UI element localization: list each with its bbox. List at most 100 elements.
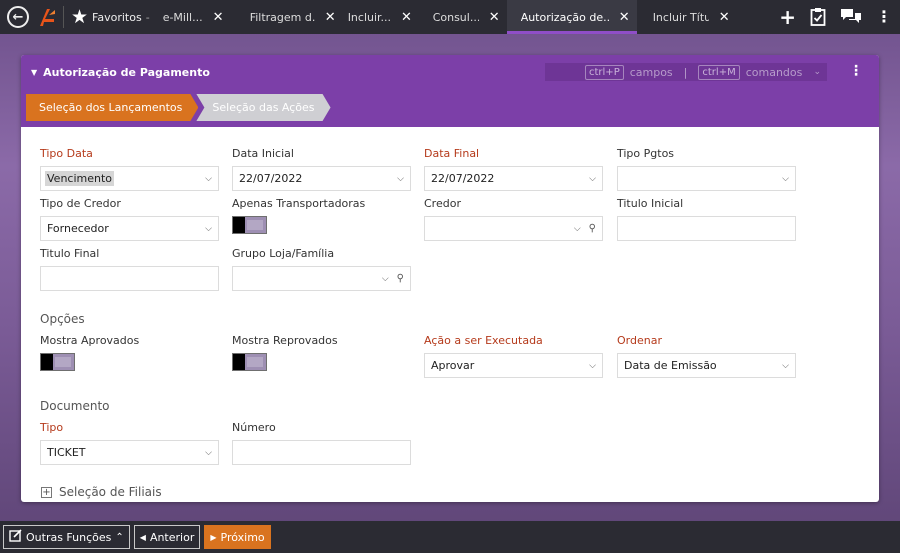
label-data-inicial: Data Inicial	[232, 147, 294, 160]
search-icon[interactable]: ⚲	[589, 223, 596, 234]
field-mostra-reprovados: Mostra Reprovados	[232, 334, 411, 371]
proximo-button[interactable]: ▶ Próximo	[204, 525, 271, 549]
shortcut-label-commands: comandos	[745, 65, 803, 79]
label-mostra-aprovados: Mostra Aprovados	[40, 334, 140, 347]
field-acao: Ação a ser Executada Aprovar ⌵	[424, 334, 603, 378]
select-value: 22/07/2022	[239, 172, 303, 185]
kebab-menu-icon[interactable]: ⋮	[876, 9, 892, 25]
select-data-final[interactable]: 22/07/2022 ⌵	[424, 166, 603, 191]
shortcut-bar[interactable]: ctrl+P campos | ctrl+M comandos ⌄	[545, 63, 827, 81]
shortcut-key-commands: ctrl+M	[698, 64, 740, 80]
select-data-inicial[interactable]: 22/07/2022 ⌵	[232, 166, 411, 191]
chevron-down-icon: ⌵	[205, 447, 212, 458]
bottom-action-bar: Outras Funções ⌃ ◀ Anterior ▶ Próximo	[0, 521, 900, 553]
tab-autorizacao[interactable]: Autorização de... ✕	[506, 0, 637, 34]
tab-incluir[interactable]: Incluir... ✕	[343, 0, 428, 34]
input-titulo-inicial[interactable]	[617, 216, 796, 241]
outras-funcoes-button[interactable]: Outras Funções ⌃	[3, 525, 130, 549]
select-value: Fornecedor	[47, 222, 109, 235]
select-tipo-pgtos[interactable]: ⌵	[617, 166, 796, 191]
close-icon[interactable]: ✕	[213, 10, 224, 25]
proximo-label: Próximo	[220, 530, 265, 544]
label-apenas-transportadoras: Apenas Transportadoras	[232, 197, 366, 210]
card-kebab-icon[interactable]: ⋮	[849, 64, 863, 78]
select-tipo-data[interactable]: Vencimento ⌵	[40, 166, 219, 191]
field-credor: Credor ⌵ ⚲	[424, 197, 603, 241]
toggle-track	[247, 220, 263, 230]
star-icon: ★	[71, 5, 89, 28]
field-titulo-final: Titulo Final	[40, 247, 219, 291]
authorization-card: ▼ Autorização de Pagamento ctrl+P campos…	[21, 55, 879, 502]
chevron-up-icon: ⌃	[115, 531, 124, 543]
open-tabs: e-Mill... ✕ Filtragem d... ✕ Incluir... …	[158, 0, 737, 34]
back-circle-icon[interactable]: ←	[7, 6, 29, 28]
close-icon[interactable]: ✕	[619, 10, 630, 25]
chevron-down-icon: ⌵	[205, 173, 212, 184]
shortcut-separator: |	[683, 65, 688, 79]
favorites-caret: -	[145, 10, 150, 24]
chevron-down-icon[interactable]: ⌄	[813, 67, 821, 77]
label-credor: Credor	[424, 197, 461, 210]
input-titulo-final[interactable]	[40, 266, 219, 291]
tab-incluir-titulo[interactable]: Incluir Títu... ✕	[637, 0, 737, 34]
outras-funcoes-label: Outras Funções	[26, 530, 112, 544]
caret-left-icon: ◀	[139, 532, 146, 542]
favorites-menu[interactable]: ★ Favoritos -	[71, 5, 150, 28]
step-selecao-lancamentos[interactable]: Seleção dos Lançamentos	[26, 94, 198, 121]
toggle-mostra-reprovados[interactable]	[232, 353, 267, 371]
chat-bubbles-icon[interactable]	[840, 8, 862, 26]
toggle-knob	[233, 217, 245, 233]
step-selecao-acoes[interactable]: Seleção das Ações	[196, 94, 330, 121]
field-tipo-credor: Tipo de Credor Fornecedor ⌵	[40, 197, 219, 241]
tab-label: Autorização de...	[520, 10, 609, 24]
field-apenas-transportadoras: Apenas Transportadoras	[232, 197, 411, 234]
section-documento: Documento	[40, 399, 110, 413]
filter-form: Tipo Data Vencimento ⌵ Data Inicial 22/0…	[21, 127, 879, 502]
collapse-caret-icon[interactable]: ▼	[31, 68, 37, 77]
card-header: ▼ Autorização de Pagamento ctrl+P campos…	[21, 55, 879, 127]
chevron-down-icon: ⌵	[205, 223, 212, 234]
plus-icon[interactable]: +	[779, 7, 796, 27]
clipboard-check-icon[interactable]	[810, 7, 826, 28]
close-icon[interactable]: ✕	[401, 10, 412, 25]
select-tipo[interactable]: TICKET ⌵	[40, 440, 219, 465]
toggle-mostra-aprovados[interactable]	[40, 353, 75, 371]
chevron-down-icon[interactable]: ⌵	[382, 274, 389, 284]
chevron-down-icon: ⌵	[782, 360, 789, 371]
lookup-credor[interactable]: ⌵ ⚲	[424, 216, 603, 241]
topbar-separator	[63, 6, 64, 28]
tab-consulta[interactable]: Consul... ✕	[428, 0, 507, 34]
select-ordenar[interactable]: Data de Emissão ⌵	[617, 353, 796, 378]
close-icon[interactable]: ✕	[489, 10, 500, 25]
plus-square-icon: +	[41, 486, 52, 498]
topbar-actions: + ⋮	[779, 0, 892, 34]
toggle-track	[247, 357, 263, 367]
tab-filtragem[interactable]: Filtragem d... ✕	[245, 0, 343, 34]
lookup-grupo-loja[interactable]: ⌵ ⚲	[232, 266, 411, 291]
label-tipo-data: Tipo Data	[40, 147, 93, 160]
card-title[interactable]: ▼ Autorização de Pagamento	[31, 66, 210, 79]
close-icon[interactable]: ✕	[719, 10, 730, 25]
field-data-final: Data Final 22/07/2022 ⌵	[424, 147, 603, 191]
input-numero[interactable]	[232, 440, 411, 465]
tab-label: e-Mill...	[162, 10, 203, 24]
anterior-button[interactable]: ◀ Anterior	[133, 525, 201, 549]
field-tipo-data: Tipo Data Vencimento ⌵	[40, 147, 219, 191]
chevron-down-icon[interactable]: ⌵	[574, 224, 581, 234]
tab-emill[interactable]: e-Mill... ✕	[158, 0, 245, 34]
label-tipo-pgtos: Tipo Pgtos	[617, 147, 675, 160]
field-tipo-pgtos: Tipo Pgtos ⌵	[617, 147, 796, 191]
toggle-apenas-transportadoras[interactable]	[232, 216, 267, 234]
search-icon[interactable]: ⚲	[397, 273, 404, 284]
field-mostra-aprovados: Mostra Aprovados	[40, 334, 219, 371]
select-tipo-credor[interactable]: Fornecedor ⌵	[40, 216, 219, 241]
close-icon[interactable]: ✕	[325, 10, 336, 25]
select-acao[interactable]: Aprovar ⌵	[424, 353, 603, 378]
select-value: Aprovar	[431, 359, 475, 372]
expand-selecao-filiais[interactable]: + Seleção de Filiais	[41, 485, 162, 499]
label-data-final: Data Final	[424, 147, 480, 160]
chevron-down-icon: ⌵	[589, 360, 596, 371]
chevron-down-icon: ⌵	[589, 173, 596, 184]
label-numero: Número	[232, 421, 276, 434]
label-grupo-loja: Grupo Loja/Família	[232, 247, 335, 260]
